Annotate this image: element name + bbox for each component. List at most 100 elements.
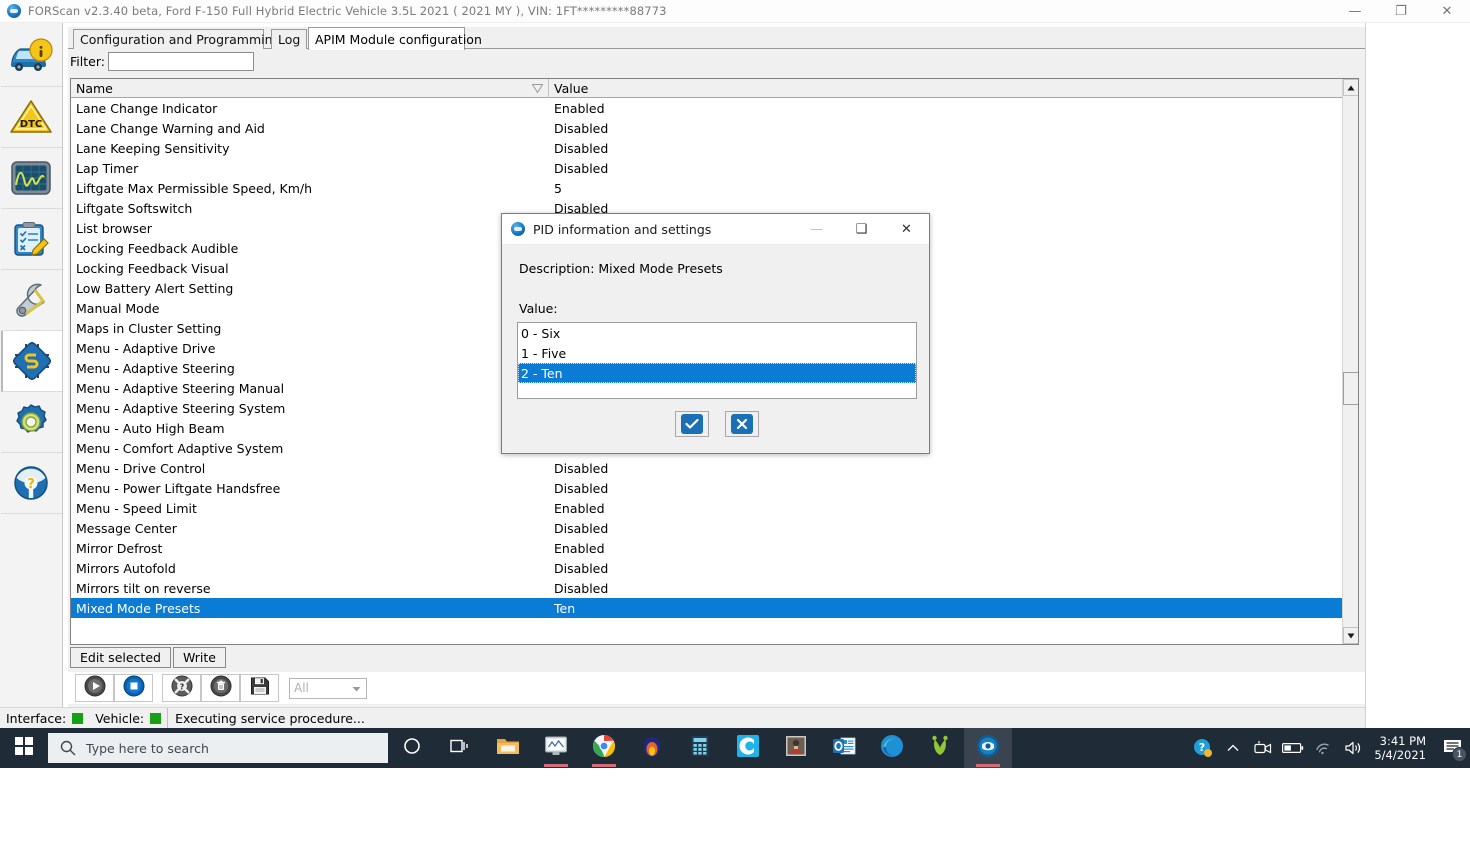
- show-hidden-icons-button[interactable]: [1218, 728, 1248, 768]
- chevron-down-icon: [1347, 633, 1355, 639]
- toolbar-filter-select[interactable]: All: [289, 678, 367, 699]
- interface-status-led: [72, 713, 83, 724]
- taskbar-app-file-explorer[interactable]: [484, 728, 532, 768]
- cell-name: Lap Timer: [71, 161, 549, 176]
- wifi-icon[interactable]: [1308, 728, 1338, 768]
- task-view-button[interactable]: [436, 728, 484, 768]
- table-row[interactable]: Mirrors AutofoldDisabled: [71, 558, 1345, 578]
- forscan-icon: [7, 4, 21, 18]
- dialog-close-button[interactable]: ✕: [884, 214, 929, 245]
- table-row[interactable]: Message CenterDisabled: [71, 518, 1345, 538]
- cell-name: Maps in Cluster Setting: [71, 321, 549, 336]
- play-button[interactable]: [75, 674, 114, 702]
- grid-vertical-scrollbar[interactable]: [1342, 79, 1358, 644]
- dialog-minimize-button[interactable]: —: [794, 214, 839, 245]
- cell-value: Disabled: [549, 461, 1345, 476]
- start-button[interactable]: [0, 728, 48, 768]
- column-header-value[interactable]: Value: [549, 79, 1342, 98]
- sidebar-item-vehicle-info[interactable]: [1, 26, 62, 87]
- cell-name: Menu - Speed Limit: [71, 501, 549, 516]
- cell-name: Message Center: [71, 521, 549, 536]
- scroll-up-button[interactable]: [1343, 79, 1359, 96]
- scroll-down-button[interactable]: [1343, 627, 1359, 644]
- scrollbar-thumb[interactable]: [1343, 372, 1359, 405]
- taskbar-app-calibre[interactable]: [916, 728, 964, 768]
- dialog-description: Description: Mixed Mode Presets: [519, 261, 723, 276]
- close-button[interactable]: ✕: [1424, 0, 1470, 23]
- minimize-button[interactable]: —: [1332, 0, 1378, 23]
- delete-button[interactable]: [201, 674, 240, 702]
- window-right-border: [1365, 23, 1366, 728]
- filter-input[interactable]: [108, 52, 254, 71]
- cortana-button[interactable]: [388, 728, 436, 768]
- save-button[interactable]: [240, 674, 279, 702]
- table-row[interactable]: Lane Change Warning and AidDisabled: [71, 118, 1345, 138]
- cell-value: Ten: [549, 601, 1345, 616]
- table-row[interactable]: Lap TimerDisabled: [71, 158, 1345, 178]
- dialog-buttons: [502, 411, 931, 437]
- chevron-down-icon[interactable]: [349, 682, 364, 696]
- sidebar-item-help[interactable]: ?: [1, 453, 62, 514]
- tab-log[interactable]: Log: [271, 29, 307, 49]
- notification-center-button[interactable]: 1: [1436, 728, 1470, 768]
- filter-label: Filter:: [70, 54, 105, 69]
- tab-apim-module-configuration[interactable]: APIM Module configuration: [308, 27, 465, 50]
- dialog-titlebar: PID information and settings — ❑ ✕: [502, 214, 929, 245]
- sidebar-item-dtc[interactable]: DTC: [1, 87, 62, 148]
- sidebar-item-module-configuration[interactable]: [1, 331, 62, 392]
- table-row[interactable]: Lane Change IndicatorEnabled: [71, 98, 1345, 118]
- table-row[interactable]: Liftgate Max Permissible Speed, Km/h5: [71, 178, 1345, 198]
- calibre-icon: [928, 734, 952, 762]
- edge-icon: [880, 734, 904, 762]
- taskbar-app-outlook[interactable]: [820, 728, 868, 768]
- taskbar-app-monitor[interactable]: [532, 728, 580, 768]
- firefox-icon: [640, 734, 664, 762]
- chevron-up-icon: [1347, 85, 1355, 91]
- dialog-maximize-button[interactable]: ❑: [839, 214, 884, 245]
- cell-value: Enabled: [549, 101, 1345, 116]
- tab-configuration-and-programming[interactable]: Configuration and Programming: [73, 29, 264, 49]
- battery-icon[interactable]: [1278, 728, 1308, 768]
- taskbar-app-calculator[interactable]: [676, 728, 724, 768]
- speaker-icon[interactable]: [1338, 728, 1368, 768]
- maximize-icon: ❐: [1395, 5, 1407, 18]
- sidebar-item-settings[interactable]: [1, 392, 62, 453]
- cell-name: List browser: [71, 221, 549, 236]
- table-row[interactable]: Menu - Speed LimitEnabled: [71, 498, 1345, 518]
- dialog-cancel-button[interactable]: [725, 411, 759, 437]
- taskbar-app-google-chrome[interactable]: [580, 728, 628, 768]
- write-button[interactable]: Write: [173, 647, 226, 668]
- table-row[interactable]: Mirrors tilt on reverseDisabled: [71, 578, 1345, 598]
- wrench-icon: [10, 281, 52, 319]
- sidebar-item-oscilloscope[interactable]: [1, 148, 62, 209]
- sidebar-item-service-procedures[interactable]: [1, 270, 62, 331]
- taskbar-app-forscan[interactable]: [964, 728, 1012, 768]
- help-wheel-button[interactable]: ?: [162, 674, 201, 702]
- taskbar-clock[interactable]: 3:41 PM 5/4/2021: [1368, 734, 1436, 762]
- help-tray-icon[interactable]: ?: [1188, 728, 1218, 768]
- taskbar-app-firefox[interactable]: [628, 728, 676, 768]
- screen-recorder-icon[interactable]: [1248, 728, 1278, 768]
- table-row[interactable]: Menu - Drive ControlDisabled: [71, 458, 1345, 478]
- dialog-value-list[interactable]: 0 - Six1 - Five2 - Ten: [517, 322, 917, 399]
- list-item[interactable]: 1 - Five: [518, 343, 916, 363]
- table-row[interactable]: Menu - Power Liftgate HandsfreeDisabled: [71, 478, 1345, 498]
- maximize-button[interactable]: ❐: [1378, 0, 1424, 23]
- edit-selected-button[interactable]: Edit selected: [70, 647, 171, 668]
- interface-status: Interface:: [0, 708, 89, 729]
- taskbar-app-cura[interactable]: [724, 728, 772, 768]
- table-row[interactable]: Mixed Mode PresetsTen: [71, 598, 1345, 618]
- list-item[interactable]: 2 - Ten: [518, 363, 916, 383]
- dialog-ok-button[interactable]: [675, 411, 709, 437]
- monitor-chart-icon: [544, 735, 568, 761]
- cell-name: Menu - Adaptive Drive: [71, 341, 549, 356]
- taskbar-app-microsoft-edge[interactable]: [868, 728, 916, 768]
- column-header-name[interactable]: Name: [71, 79, 549, 98]
- table-row[interactable]: Mirror DefrostEnabled: [71, 538, 1345, 558]
- sidebar-item-tests[interactable]: [1, 209, 62, 270]
- taskbar-app-photo[interactable]: [772, 728, 820, 768]
- stop-button[interactable]: [114, 674, 153, 702]
- taskbar-search-box[interactable]: Type here to search: [48, 733, 388, 763]
- table-row[interactable]: Lane Keeping SensitivityDisabled: [71, 138, 1345, 158]
- list-item[interactable]: 0 - Six: [518, 323, 916, 343]
